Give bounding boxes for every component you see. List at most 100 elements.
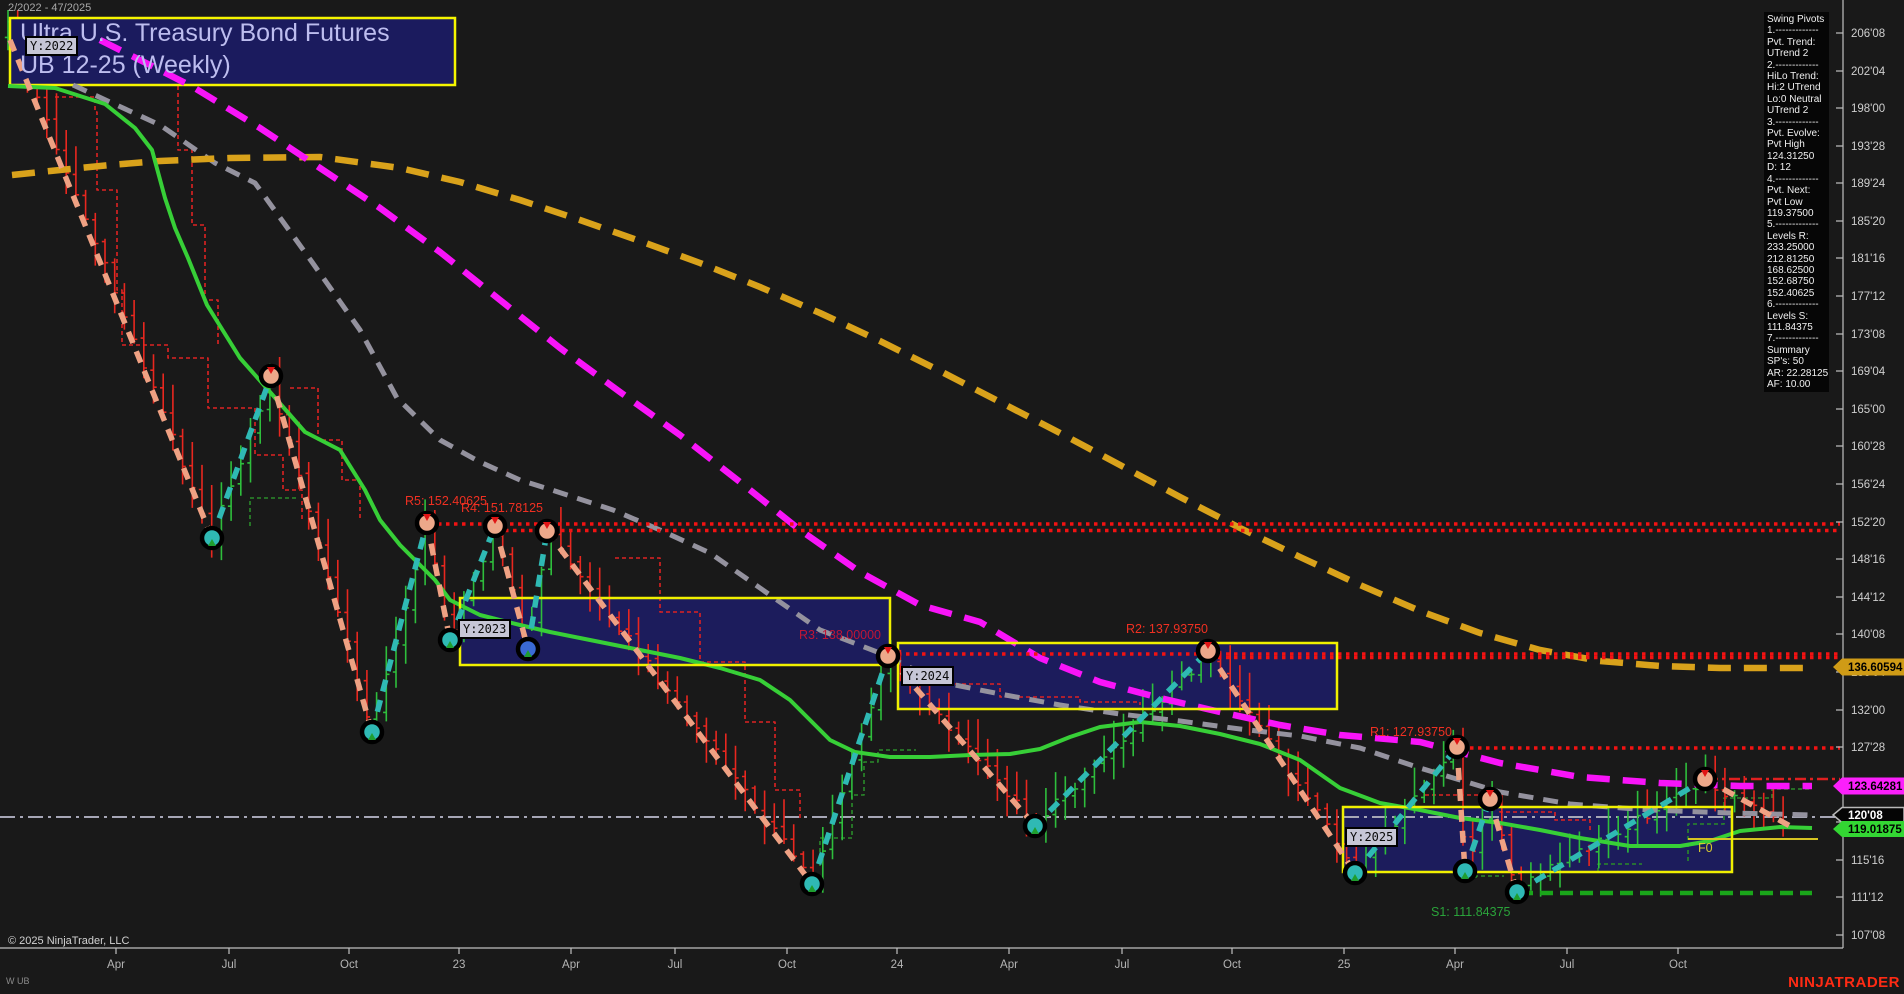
swing-panel-line: 3.------------- bbox=[1767, 116, 1819, 128]
swing-pivot-low[interactable] bbox=[515, 636, 541, 662]
swing-pivot-high[interactable] bbox=[414, 510, 440, 536]
year-label[interactable]: Y:2022 bbox=[25, 36, 79, 56]
price-tick-label: 160'28 bbox=[1851, 441, 1885, 453]
time-tick-label: Apr bbox=[1000, 959, 1018, 971]
swing-pivot-low[interactable] bbox=[799, 871, 825, 897]
level-label[interactable]: R3: 138.00000 bbox=[799, 628, 881, 642]
swing-pivot-high[interactable] bbox=[1477, 786, 1503, 812]
price-tick-label: 189'24 bbox=[1851, 178, 1886, 190]
swing-panel-line: 152.68750 bbox=[1767, 276, 1815, 288]
price-tick-label: 165'00 bbox=[1851, 404, 1885, 416]
swing-panel-line: 111.84375 bbox=[1767, 321, 1813, 333]
swing-pivot-high[interactable] bbox=[258, 363, 284, 389]
level-label[interactable]: R4: 151.78125 bbox=[461, 501, 543, 515]
swing-pivots-panel: Swing Pivots 1.------------- Pvt. Trend: UT… bbox=[1764, 12, 1829, 392]
swing-pivot-low[interactable] bbox=[359, 719, 385, 745]
price-tick-label: 177'12 bbox=[1851, 291, 1885, 303]
price-tick-label: 148'16 bbox=[1851, 554, 1885, 566]
ma-magenta-marker[interactable]: 123.64281 bbox=[1833, 777, 1904, 795]
swing-panel-line: UTrend 2 bbox=[1767, 48, 1809, 60]
level-label[interactable]: R2: 137.93750 bbox=[1126, 622, 1208, 636]
swing-panel-line: 6.------------- bbox=[1767, 299, 1819, 311]
swing-pivot-high[interactable] bbox=[1195, 638, 1221, 664]
swing-pivot-low[interactable] bbox=[1022, 813, 1048, 839]
date-range-label: 2/2022 - 47/2025 bbox=[8, 2, 92, 14]
swing-panel-line: Pvt. Evolve: bbox=[1767, 128, 1820, 140]
price-chart-canvas[interactable]: 206'08 202'04 198'00 193'28 189'24 185'20 181'… bbox=[0, 0, 1904, 994]
swing-panel-line: 5.------------- bbox=[1767, 219, 1819, 231]
swing-panel-line: AF: 10.00 bbox=[1767, 379, 1811, 390]
ma-gold-marker[interactable]: 136.60594 bbox=[1833, 658, 1904, 676]
year-label[interactable]: Y:2025 bbox=[1345, 827, 1399, 847]
year-label[interactable]: Y:2023 bbox=[458, 619, 512, 639]
swing-pivot-high[interactable] bbox=[482, 513, 508, 539]
swing-panel-line: SP's: 50 bbox=[1767, 356, 1804, 368]
swing-panel-line: Levels S: bbox=[1767, 310, 1809, 322]
swing-panel-line: Swing Pivots bbox=[1767, 14, 1825, 25]
price-tick-label: 173'08 bbox=[1851, 329, 1885, 341]
swing-panel-line: Summary bbox=[1767, 344, 1810, 356]
level-marker[interactable]: 120'08 bbox=[1831, 806, 1904, 824]
ninjatrader-logo: NINJATRADER bbox=[1788, 974, 1900, 991]
svg-text:123.64281: 123.64281 bbox=[1848, 781, 1903, 793]
swing-panel-line: Pvt. Trend: bbox=[1767, 36, 1816, 48]
swing-panel-line: 119.37500 bbox=[1767, 207, 1814, 219]
price-tick-label: 140'08 bbox=[1851, 629, 1885, 641]
price-tick-label: 198'00 bbox=[1851, 103, 1885, 115]
price-tick-label: 107'08 bbox=[1851, 930, 1885, 942]
swing-panel-line: 233.25000 bbox=[1767, 242, 1815, 254]
swing-pivot-low[interactable] bbox=[437, 627, 463, 653]
swing-panel-line: Pvt High bbox=[1767, 139, 1805, 151]
time-tick-label: Jul bbox=[1115, 959, 1130, 971]
swing-panel-line: 168.62500 bbox=[1767, 264, 1815, 276]
swing-pivot-high[interactable] bbox=[875, 643, 901, 669]
swing-panel-line: 2.------------- bbox=[1767, 59, 1819, 71]
year-label[interactable]: Y:2024 bbox=[901, 666, 955, 686]
swing-panel-line: 7.------------- bbox=[1767, 333, 1819, 345]
swing-panel-line: Pvt Low bbox=[1767, 196, 1803, 208]
time-tick-label: 23 bbox=[453, 959, 466, 971]
price-tick-label: 144'12 bbox=[1851, 592, 1885, 604]
swing-panel-line: Levels R: bbox=[1767, 230, 1809, 242]
time-tick-label: Apr bbox=[107, 959, 125, 971]
price-tick-label: 181'16 bbox=[1851, 253, 1885, 265]
price-tick-label: 185'20 bbox=[1851, 216, 1885, 228]
swing-panel-line: Lo:0 Neutral bbox=[1767, 93, 1822, 105]
price-tick-label: 111'12 bbox=[1851, 892, 1883, 904]
swing-pivot-high[interactable] bbox=[1444, 734, 1470, 760]
price-tick-label: 156'24 bbox=[1851, 479, 1886, 491]
price-tick-label: 169'04 bbox=[1851, 366, 1886, 378]
swing-panel-line: 152.40625 bbox=[1767, 287, 1815, 299]
svg-text:120'08: 120'08 bbox=[1848, 810, 1883, 822]
level-label[interactable]: R1: 127.93750 bbox=[1370, 725, 1452, 739]
time-tick-label: 25 bbox=[1338, 959, 1351, 971]
swing-pivot-low[interactable] bbox=[1452, 858, 1478, 884]
swing-panel-line: 4.------------- bbox=[1767, 173, 1819, 185]
price-tick-label: 115'16 bbox=[1851, 855, 1884, 867]
swing-pivot-high[interactable] bbox=[1692, 766, 1718, 792]
time-tick-label: Oct bbox=[1223, 959, 1242, 971]
swing-panel-line: 1.------------- bbox=[1767, 25, 1819, 37]
time-tick-label: Jul bbox=[222, 959, 237, 971]
swing-panel-line: 124.31250 bbox=[1767, 150, 1815, 162]
swing-pivot-low[interactable] bbox=[1342, 860, 1368, 886]
chart-window: 206'08 202'04 198'00 193'28 189'24 185'20 181'… bbox=[0, 0, 1904, 994]
time-tick-label: Jul bbox=[668, 959, 683, 971]
swing-pivot-low[interactable] bbox=[199, 525, 225, 551]
time-tick-label: Oct bbox=[340, 959, 359, 971]
price-tick-label: 206'08 bbox=[1851, 28, 1885, 40]
swing-pivot-high[interactable] bbox=[534, 518, 560, 544]
price-tick-label: 152'20 bbox=[1851, 517, 1885, 529]
svg-text:119.01875: 119.01875 bbox=[1848, 824, 1902, 836]
last-price-marker[interactable]: 119.01875 bbox=[1833, 821, 1904, 837]
level-label[interactable]: S1: 111.84375 bbox=[1431, 905, 1510, 919]
swing-panel-line: Hi:2 UTrend bbox=[1767, 82, 1821, 94]
swing-panel-line: D: 12 bbox=[1767, 162, 1791, 174]
swing-pivot-low[interactable] bbox=[1504, 879, 1530, 905]
level-label[interactable]: F0 bbox=[1698, 841, 1713, 855]
time-tick-label: Oct bbox=[778, 959, 797, 971]
instrument-code: W UB bbox=[6, 976, 30, 986]
swing-panel-line: 212.81250 bbox=[1767, 253, 1815, 265]
swing-panel-line: HiLo Trend: bbox=[1767, 71, 1819, 83]
copyright-text: © 2025 NinjaTrader, LLC bbox=[8, 935, 130, 947]
